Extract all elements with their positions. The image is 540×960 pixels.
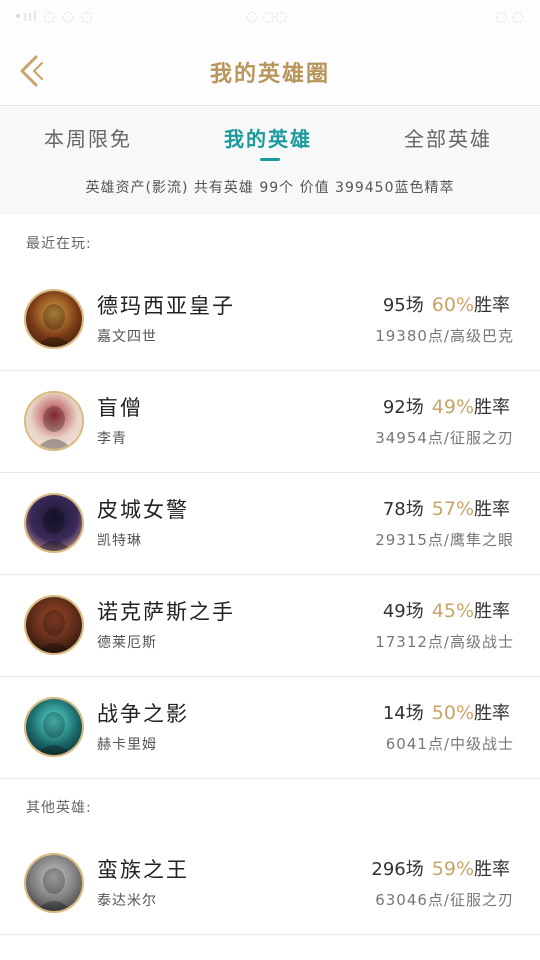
- games-played: 296场: [371, 859, 424, 880]
- hero-portrait-icon: [26, 699, 82, 755]
- battery-indicator: ◌ ◌: [495, 9, 524, 25]
- hero-points-rank: 19380点/高级巴克: [375, 327, 514, 345]
- hero-portrait-icon: [26, 393, 82, 449]
- hero-stats: 92场 49%胜率: [383, 393, 510, 419]
- hero-title: 李青: [97, 431, 127, 447]
- hero-title: 泰达米尔: [97, 893, 157, 909]
- signal-indicator: •ııl ◌ ◌ ◌: [14, 9, 94, 25]
- active-tab-indicator: [260, 158, 280, 161]
- win-rate-value: 59%: [431, 858, 474, 880]
- games-played: 95场: [382, 295, 424, 316]
- hero-portrait-icon: [26, 495, 82, 551]
- hero-title: 凯特琳: [97, 533, 142, 549]
- games-played: 49场: [382, 601, 424, 622]
- hero-stats: 49场 45%胜率: [383, 597, 510, 623]
- hero-name: 盲僧: [97, 396, 143, 420]
- tab-weekly-free[interactable]: 本周限免: [44, 123, 132, 152]
- hero-points-rank: 63046点/征服之刃: [375, 891, 514, 909]
- nav-bar: 我的英雄圈: [0, 36, 540, 106]
- page-title: 我的英雄圈: [209, 62, 330, 87]
- hero-points-rank: 6041点/中级战士: [385, 735, 514, 753]
- hero-title: 嘉文四世: [97, 329, 157, 345]
- hero-portrait-icon: [26, 291, 82, 347]
- games-played: 14场: [382, 703, 424, 724]
- summary-text: 英雄资产(影流) 共有英雄 99个 价值 399450蓝色精萃: [85, 180, 455, 196]
- section-label-recent: 最近在玩:: [26, 236, 92, 252]
- hero-avatar: [24, 493, 84, 553]
- hero-points-rank: 29315点/鹰隼之眼: [375, 531, 514, 549]
- hero-name: 德玛西亚皇子: [97, 294, 235, 318]
- win-rate-value: 50%: [431, 702, 474, 724]
- status-bar: •ııl ◌ ◌ ◌ ◌ ◌◌ ◌ ◌: [0, 0, 540, 36]
- hero-avatar: [24, 289, 84, 349]
- win-rate-value: 49%: [431, 396, 474, 418]
- hero-stats: 296场 59%胜率: [371, 855, 510, 881]
- hero-portrait-icon: [26, 597, 82, 653]
- hero-points-rank: 34954点/征服之刃: [375, 429, 514, 447]
- win-rate-label: 胜率: [474, 703, 510, 724]
- hero-avatar: [24, 853, 84, 913]
- hero-row[interactable]: 德玛西亚皇子 嘉文四世 95场 60%胜率 19380点/高级巴克: [0, 269, 540, 371]
- tab-all-heroes[interactable]: 全部英雄: [404, 123, 492, 152]
- hero-name: 蛮族之王: [97, 858, 189, 882]
- hero-title: 赫卡里姆: [97, 737, 157, 753]
- hero-points-rank: 17312点/高级战士: [375, 633, 514, 651]
- hero-name: 诺克萨斯之手: [97, 600, 235, 624]
- tab-my-heroes[interactable]: 我的英雄: [224, 123, 312, 152]
- win-rate-value: 57%: [431, 498, 474, 520]
- win-rate-label: 胜率: [474, 601, 510, 622]
- hero-row[interactable]: 盲僧 李青 92场 49%胜率 34954点/征服之刃: [0, 371, 540, 473]
- hero-portrait-icon: [26, 855, 82, 911]
- win-rate-value: 45%: [431, 600, 474, 622]
- hero-row[interactable]: 战争之影 赫卡里姆 14场 50%胜率 6041点/中级战士: [0, 677, 540, 779]
- status-time: ◌ ◌◌: [246, 9, 288, 25]
- games-played: 78场: [382, 499, 424, 520]
- hero-stats: 14场 50%胜率: [383, 699, 510, 725]
- hero-assets-summary: 英雄资产(影流) 共有英雄 99个 价值 399450蓝色精萃: [0, 165, 540, 215]
- hero-title: 德莱厄斯: [97, 635, 157, 651]
- hero-row[interactable]: 诺克萨斯之手 德莱厄斯 49场 45%胜率 17312点/高级战士: [0, 575, 540, 677]
- tab-bar: 本周限免 我的英雄 全部英雄: [0, 107, 540, 165]
- hero-row[interactable]: 皮城女警 凯特琳 78场 57%胜率 29315点/鹰隼之眼: [0, 473, 540, 575]
- section-label-others: 其他英雄:: [26, 800, 92, 816]
- hero-row[interactable]: 蛮族之王 泰达米尔 296场 59%胜率 63046点/征服之刃: [0, 833, 540, 935]
- win-rate-label: 胜率: [474, 499, 510, 520]
- win-rate-value: 60%: [431, 294, 474, 316]
- win-rate-label: 胜率: [474, 295, 510, 316]
- hero-name: 战争之影: [97, 702, 189, 726]
- win-rate-label: 胜率: [474, 397, 510, 418]
- hero-avatar: [24, 595, 84, 655]
- hero-stats: 95场 60%胜率: [383, 291, 510, 317]
- hero-avatar: [24, 391, 84, 451]
- hero-name: 皮城女警: [97, 498, 189, 522]
- hero-avatar: [24, 697, 84, 757]
- win-rate-label: 胜率: [474, 859, 510, 880]
- games-played: 92场: [382, 397, 424, 418]
- hero-stats: 78场 57%胜率: [383, 495, 510, 521]
